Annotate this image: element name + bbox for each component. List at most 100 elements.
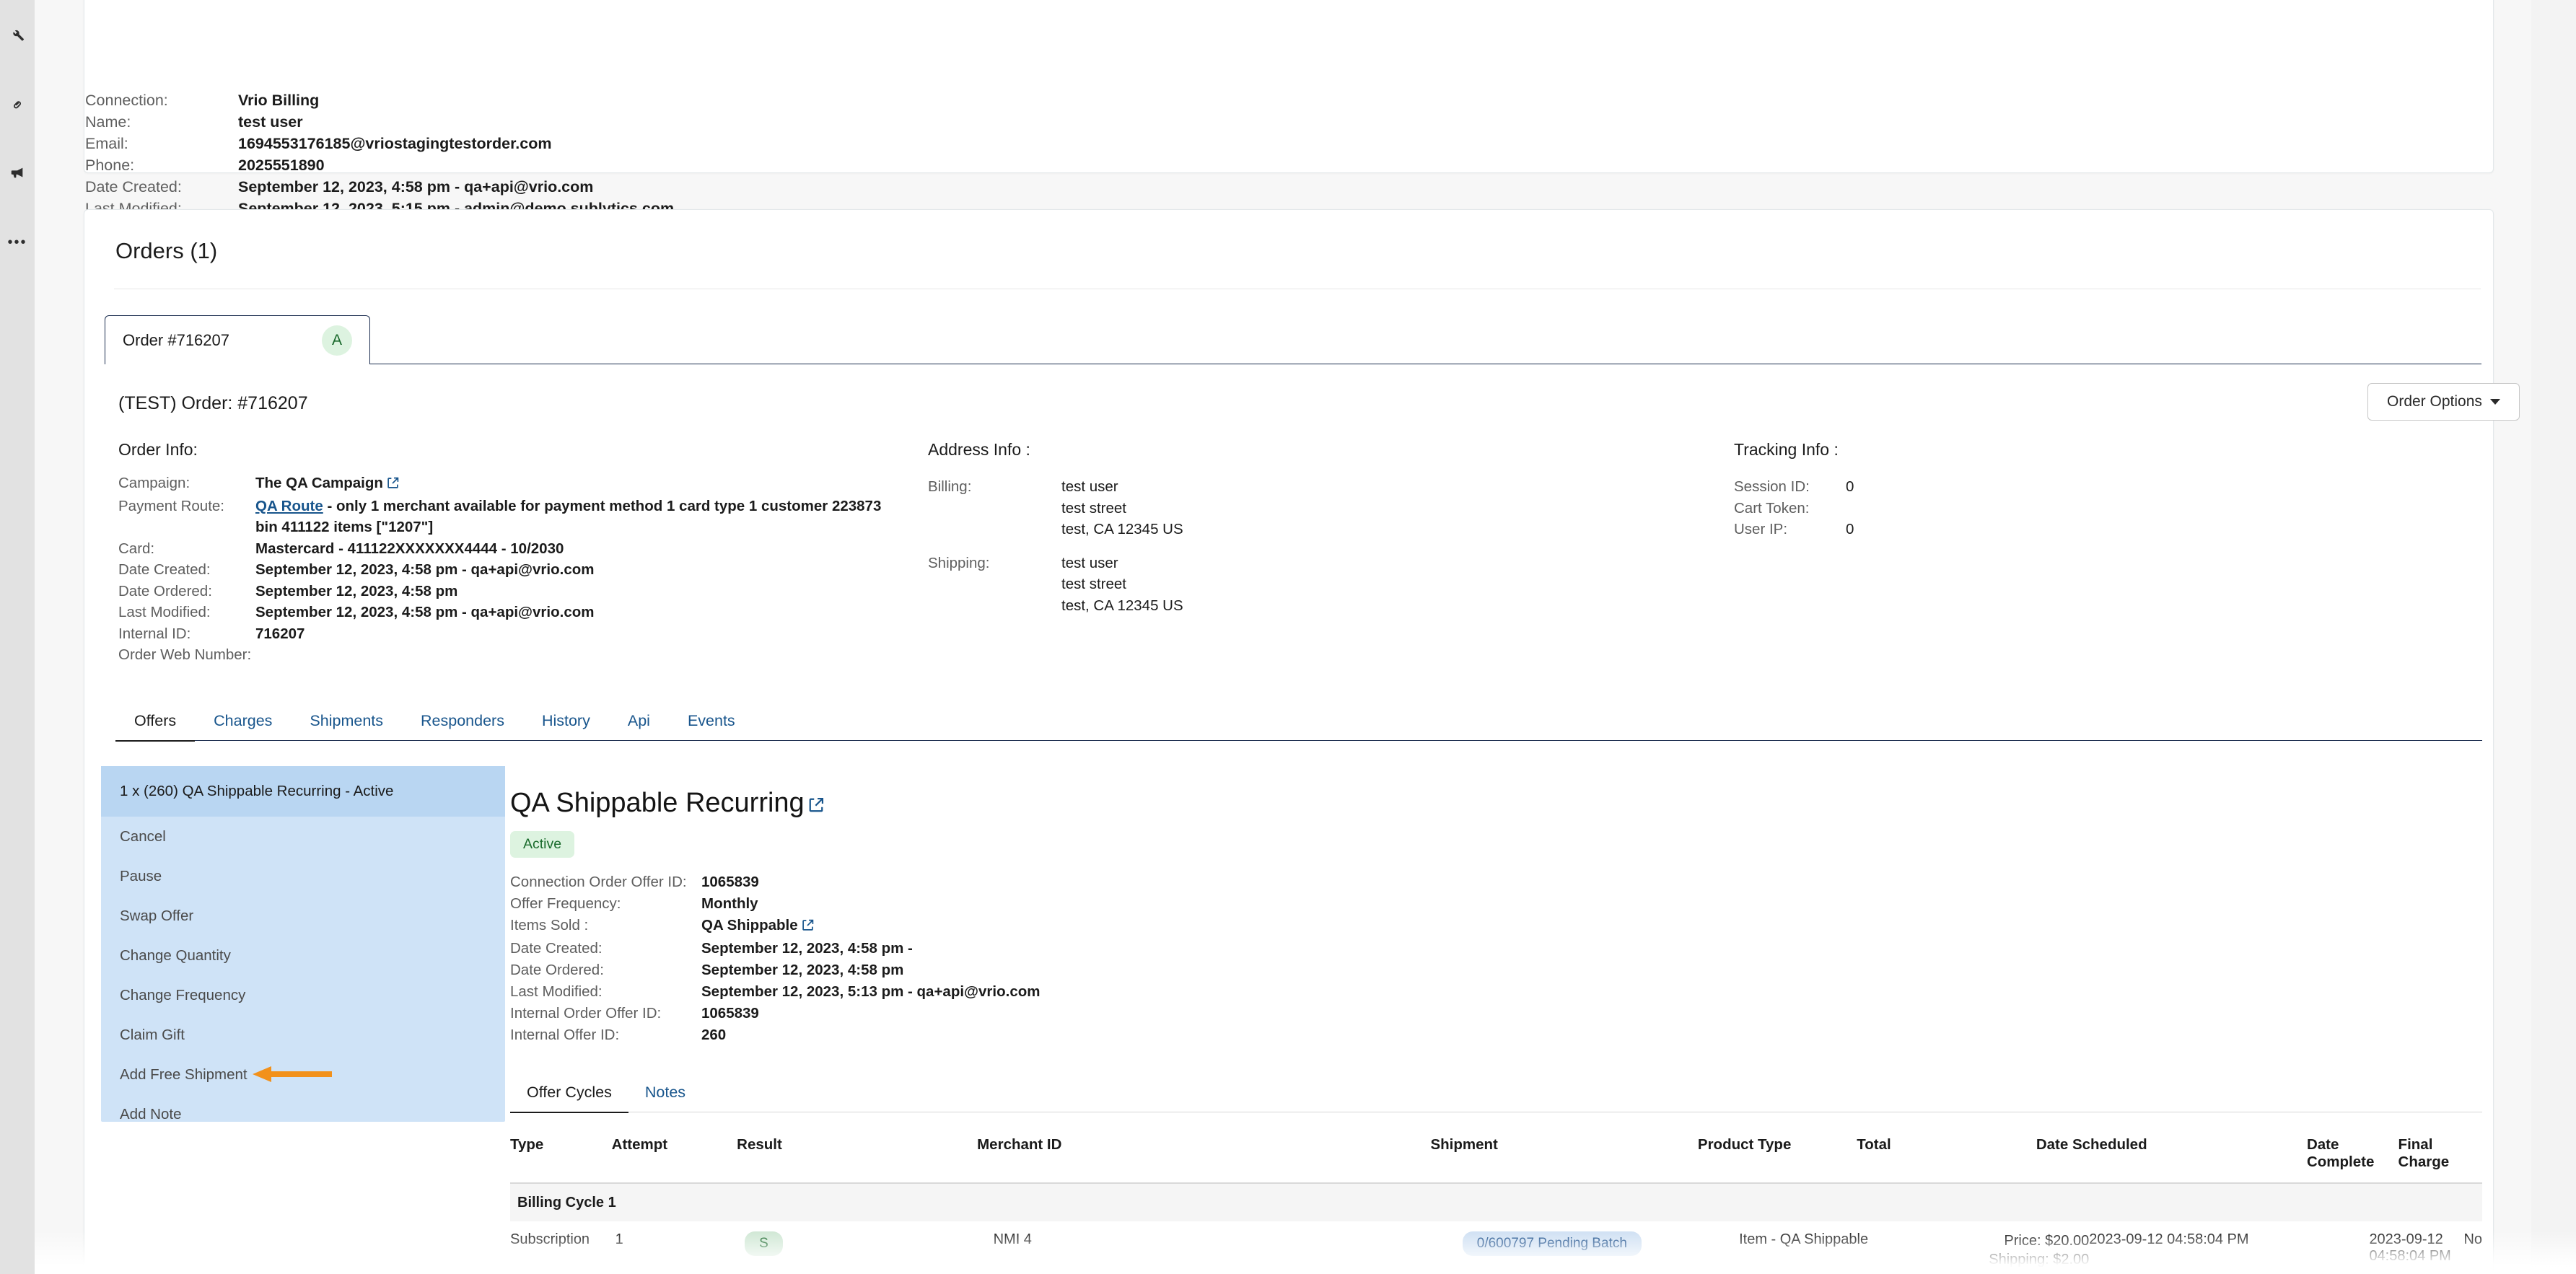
tracking-row: Cart Token:	[1734, 498, 1854, 519]
address-line: test user	[1061, 554, 1118, 571]
summary-label: Date Created:	[85, 178, 182, 196]
col-result[interactable]: Result	[737, 1136, 977, 1171]
table-row[interactable]: Subscription 1 S NMI 4 0/600797 Pending …	[510, 1221, 2482, 1272]
field-label: Order Web Number:	[118, 646, 252, 663]
order-tab-716207[interactable]: Order #716207 A	[105, 315, 370, 364]
field-value[interactable]: The QA Campaign	[255, 473, 399, 496]
field-label: Date Created:	[118, 561, 211, 578]
offer-row: Items Sold : QA Shippable	[510, 915, 1040, 938]
chevron-down-icon	[2489, 399, 2500, 405]
tab-charges[interactable]: Charges	[195, 712, 291, 740]
megaphone-icon[interactable]	[4, 160, 30, 186]
col-total[interactable]: Total	[1857, 1136, 2036, 1171]
tab-notes[interactable]: Notes	[628, 1084, 702, 1112]
col-product-type[interactable]: Product Type	[1698, 1136, 1857, 1171]
customer-summary-fields: Connection: Vrio Billing Name: test user…	[85, 89, 674, 219]
tab-api[interactable]: Api	[609, 712, 669, 740]
action-panel-header[interactable]: 1 x (260) QA Shippable Recurring - Activ…	[101, 766, 505, 817]
billing-address-row: Billing: test user test street test, CA …	[928, 476, 1183, 540]
summary-row: Phone: 2025551890	[85, 154, 674, 176]
summary-value: 1694553176185@vriostagingtestorder.com	[238, 135, 552, 152]
cell-result: S	[745, 1231, 994, 1256]
summary-row: Date Created: September 12, 2023, 4:58 p…	[85, 176, 674, 198]
action-claim-gift[interactable]: Claim Gift	[101, 1015, 505, 1055]
offer-subtabs: Offer Cycles Notes	[510, 1075, 2482, 1113]
address-line: test, CA 12345 US	[1061, 597, 1183, 614]
field-label: Campaign:	[118, 475, 190, 491]
action-change-quantity[interactable]: Change Quantity	[101, 936, 505, 975]
action-pause[interactable]: Pause	[101, 856, 505, 896]
col-attempt[interactable]: Attempt	[612, 1136, 737, 1171]
field-label: Date Ordered:	[118, 582, 212, 599]
field-label: User IP:	[1734, 521, 1788, 537]
field-label: Session ID:	[1734, 478, 1810, 495]
summary-label: Phone:	[85, 157, 135, 174]
cell-type: Subscription	[510, 1231, 590, 1247]
cell-date-complete: 2023-09-12 04:58:04 PM	[2369, 1231, 2451, 1264]
external-link-icon[interactable]	[387, 474, 399, 496]
cell-final-charge: No	[2463, 1231, 2482, 1247]
offer-row: Internal Offer ID: 260	[510, 1024, 1040, 1046]
tab-responders[interactable]: Responders	[402, 712, 523, 740]
ellipsis-icon[interactable]: •••	[4, 229, 30, 255]
items-sold-link[interactable]: QA Shippable	[701, 917, 798, 933]
order-options-button[interactable]: Order Options	[2367, 383, 2520, 421]
field-value: 0	[1846, 521, 1854, 537]
tab-offers[interactable]: Offers	[115, 712, 196, 742]
col-shipment[interactable]: Shipment	[1430, 1136, 1697, 1171]
shipment-badge: 0/600797 Pending Batch	[1462, 1231, 1642, 1256]
cell-merchant-id: NMI 4	[993, 1231, 1032, 1247]
col-type[interactable]: Type	[510, 1136, 612, 1171]
field-value: 260	[701, 1027, 727, 1043]
field-value: 1065839	[701, 874, 759, 890]
tab-history[interactable]: History	[523, 712, 609, 740]
order-info-row: Last Modified: September 12, 2023, 4:58 …	[118, 602, 905, 623]
col-final-charge[interactable]: Final Charge	[2398, 1136, 2482, 1171]
action-add-note[interactable]: Add Note	[101, 1094, 505, 1134]
action-cancel[interactable]: Cancel	[101, 817, 505, 856]
external-link-icon[interactable]	[808, 789, 824, 820]
shipping-address-row: Shipping: test user test street test, CA…	[928, 553, 1183, 617]
action-swap-offer[interactable]: Swap Offer	[101, 896, 505, 936]
tab-shipments[interactable]: Shipments	[291, 712, 402, 740]
col-merchant-id[interactable]: Merchant ID	[977, 1136, 1430, 1171]
field-value: September 12, 2023, 4:58 pm - qa+api@vri…	[255, 561, 595, 578]
field-value: 1065839	[701, 1005, 759, 1022]
field-value: September 12, 2023, 4:58 pm - qa+api@vri…	[255, 604, 595, 620]
link-icon[interactable]	[4, 91, 30, 117]
cell-shipment: 0/600797 Pending Batch	[1462, 1231, 1739, 1256]
external-link-icon[interactable]	[802, 916, 814, 938]
total-shipping: Shipping: $2.00	[1989, 1252, 2090, 1268]
field-label: Connection Order Offer ID:	[510, 874, 687, 890]
field-value: September 12, 2023, 5:13 pm - qa+api@vri…	[701, 983, 1041, 1000]
tracking-row: Session ID: 0	[1734, 476, 1854, 498]
tracking-info-list: Session ID: 0 Cart Token: User IP: 0	[1734, 476, 1854, 540]
address-line: test, CA 12345 US	[1061, 521, 1183, 537]
offer-row: Connection Order Offer ID: 1065839	[510, 871, 1040, 893]
tab-events[interactable]: Events	[669, 712, 754, 740]
page-right-margin	[2531, 0, 2576, 1274]
order-info-row: Campaign: The QA Campaign	[118, 473, 905, 496]
col-date-scheduled[interactable]: Date Scheduled	[2036, 1136, 2307, 1171]
summary-value: 2025551890	[238, 157, 325, 174]
field-label: Internal Order Offer ID:	[510, 1005, 662, 1022]
field-label: Shipping:	[928, 554, 990, 571]
field-label: Last Modified:	[510, 983, 603, 1000]
col-date-complete[interactable]: Date Complete	[2307, 1136, 2398, 1171]
field-value: QA Route - only 1 merchant available for…	[255, 496, 905, 538]
action-change-frequency[interactable]: Change Frequency	[101, 975, 505, 1015]
offer-cycles-table: Type Attempt Result Merchant ID Shipment…	[510, 1136, 2482, 1272]
order-tab-label: Order #716207	[123, 330, 229, 349]
field-value: Mastercard - 411122XXXXXXX4444 - 10/2030	[255, 540, 564, 557]
tab-offer-cycles[interactable]: Offer Cycles	[510, 1084, 628, 1113]
order-info-row: Order Web Number:	[118, 644, 905, 666]
summary-row: Name: test user	[85, 111, 674, 133]
payment-route-link[interactable]: QA Route	[255, 498, 323, 514]
offer-row: Offer Frequency: Monthly	[510, 893, 1040, 915]
cell-product-type: Item - QA Shippable	[1739, 1231, 1869, 1247]
offer-title: QA Shippable Recurring	[510, 788, 824, 820]
address-info-heading: Address Info :	[928, 440, 1030, 459]
wrench-icon[interactable]	[4, 22, 30, 48]
campaign-link[interactable]: The QA Campaign	[255, 475, 383, 491]
field-label: Payment Route:	[118, 497, 224, 514]
